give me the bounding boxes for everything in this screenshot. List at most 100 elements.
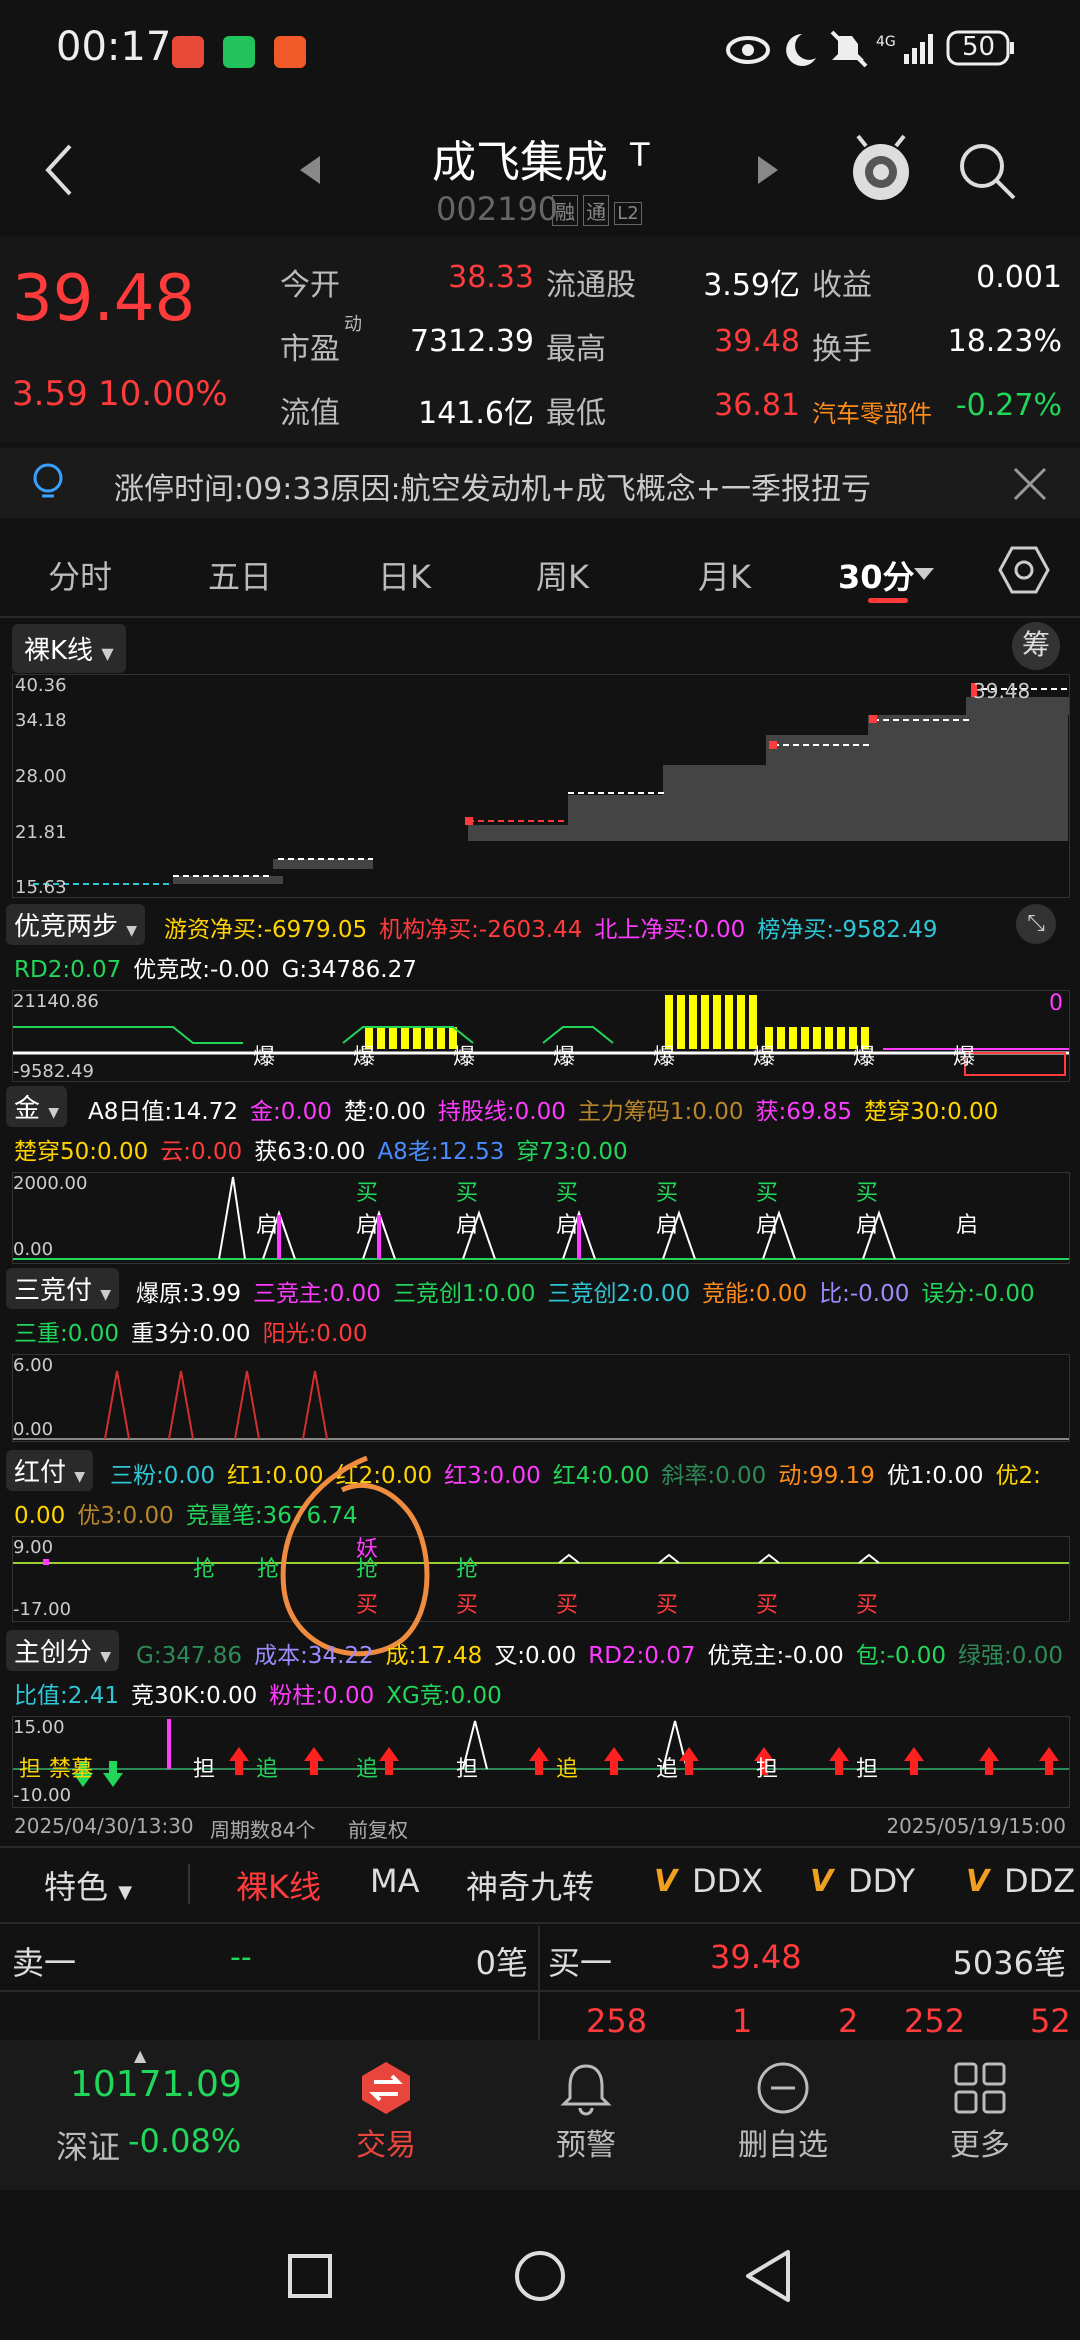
system-nav-bar (0, 2190, 1080, 2340)
ind3-value: 比:-0.00 (819, 1281, 910, 1307)
indicator1-chart[interactable]: 21140.86 -9582.49 0 爆 爆 爆 爆 爆 爆 爆 爆 (12, 990, 1070, 1082)
field-value: 36.81 (714, 388, 800, 423)
chevron-down-icon: ▼ (101, 644, 114, 663)
close-icon[interactable] (1012, 466, 1048, 502)
ind4-value: 优3:0.00 (77, 1503, 174, 1529)
ind5-value: 成本:34.22 (254, 1643, 374, 1669)
stock-code: 002190 (436, 190, 559, 228)
sector-link[interactable]: 汽车零部件 (812, 394, 932, 429)
indicator4-chart[interactable]: 9.00 -17.00 抢 抢 抢 抢 妖 买 买 买 买 买 买 (12, 1536, 1070, 1622)
ind5-value: RD2:0.07 (588, 1643, 696, 1669)
ind2-start: 启 (856, 1213, 879, 1238)
kline-chart[interactable]: 40.36 34.18 28.00 21.81 15.63 39.48 (12, 674, 1070, 898)
ind4-buy: 买 (656, 1593, 679, 1618)
feature-v-badge: V (966, 1864, 990, 1899)
ind5-tick: 15.00 (13, 1717, 65, 1738)
queue-item: 252 (904, 2002, 966, 2040)
feature-ddx[interactable]: DDX (692, 1862, 763, 1900)
tab-5day[interactable]: 五日 (208, 552, 272, 598)
tab-30min[interactable]: 30分 (838, 552, 915, 598)
indicator4-selector[interactable]: 红付 ▼ (6, 1450, 94, 1491)
field-value: 0.001 (976, 260, 1062, 295)
tab-daily[interactable]: 日K (378, 552, 431, 598)
feature-td9[interactable]: 神奇九转 (466, 1862, 594, 1908)
nav-trade[interactable]: 交易 (336, 2060, 436, 2180)
ind4-value: 三粉:0.00 (110, 1463, 215, 1489)
indicator5-selector[interactable]: 主创分 ▼ (6, 1630, 120, 1671)
ind4-value: 0.00 (14, 1503, 66, 1529)
index-value[interactable]: 10171.09 (70, 2064, 242, 2105)
indicator1-selector[interactable]: 优竞两步 ▼ (6, 904, 146, 945)
indicator2-selector[interactable]: 金 ▼ (6, 1086, 68, 1127)
chevron-down-icon: ▼ (100, 1287, 112, 1303)
nav-alert[interactable]: 预警 (536, 2060, 636, 2180)
ind4-grab: 抢 (193, 1557, 216, 1582)
field-value: 141.6亿 (418, 396, 534, 431)
ind4-value: 优1:0.00 (886, 1463, 984, 1489)
nav-remove-watch[interactable]: 删自选 (718, 2060, 848, 2180)
adjust-mode: 前复权 (348, 1818, 408, 1842)
feature-selector[interactable]: 特色 ▼ (44, 1862, 132, 1908)
kline-tick: 21.81 (15, 822, 67, 843)
back-button[interactable] (40, 140, 80, 200)
ind2-tick: 0.00 (13, 1239, 54, 1260)
ind2-start: 启 (656, 1213, 679, 1238)
range-end: 2025/05/19/15:00 (886, 1814, 1066, 1838)
search-button[interactable] (956, 140, 1020, 208)
feature-ma[interactable]: MA (370, 1862, 420, 1900)
ind2-value: 楚穿30:0.00 (864, 1099, 999, 1125)
robot-assistant-button[interactable] (846, 132, 916, 212)
ind2-buy: 买 (856, 1181, 879, 1206)
feature-kline[interactable]: 裸K线 (236, 1862, 321, 1908)
app-icon-orange (274, 36, 307, 68)
ind3-value: 重3分:0.00 (130, 1321, 251, 1347)
kline-type-label: 裸K线 (24, 636, 94, 666)
ind5-line1: G:347.86 成本:34.22 成:17.48 叉:0.00 RD2:0.07 优竞主… (136, 1636, 1075, 1670)
badge-rong: 融 (552, 195, 578, 226)
ind5-value: 包:-0.00 (855, 1643, 947, 1669)
field-label: 今开 (280, 268, 340, 303)
kline-type-selector[interactable]: 裸K线 ▼ (12, 624, 126, 673)
tab-monthly[interactable]: 月K (698, 552, 751, 598)
ind4-value: 斜率:0.00 (661, 1463, 767, 1489)
ind2-buy: 买 (756, 1181, 779, 1206)
back-icon (45, 144, 72, 196)
settings-hexagon-icon[interactable] (998, 544, 1050, 596)
index-expand-caret[interactable]: ▲ (134, 2046, 146, 2065)
home-icon[interactable] (512, 2248, 568, 2304)
ind3-line2: 三重:0.00 重3分:0.00 阳光:0.00 (14, 1314, 380, 1348)
ind4-buy: 买 (456, 1593, 479, 1618)
tab-intraday[interactable]: 分时 (48, 552, 112, 598)
indicator3-chart[interactable]: 6.00 0.00 (12, 1354, 1070, 1442)
ind2-buy: 买 (656, 1181, 679, 1206)
prev-stock-button[interactable] (298, 154, 322, 190)
ind2-buy: 买 (356, 1181, 379, 1206)
ind1-value: 游资净买:-6979.05 (164, 917, 368, 943)
indicator5-chart[interactable]: 15.00 -10.00 担 禁墓 担 追 追 担 追 追 担 担 (12, 1716, 1070, 1808)
indicator2-label: 金 (14, 1094, 41, 1124)
ind5-line2: 比值:2.41 竞30K:0.00 粉柱:0.00 XG竞:0.00 (14, 1676, 514, 1710)
field-value: 3.59亿 (703, 268, 800, 303)
tab-weekly[interactable]: 周K (536, 552, 589, 598)
ind5-value: XG竞:0.00 (386, 1683, 502, 1709)
queue-item: 52 (1030, 2002, 1071, 2040)
kline-tick: 34.18 (15, 710, 67, 731)
robot-icon (853, 134, 909, 200)
indicator2-chart[interactable]: 2000.00 0.00 买 买 买 买 买 买 启 启 启 启 启 启 启 启 (12, 1172, 1070, 1264)
svg-text:4G: 4G (876, 34, 896, 50)
feature-ddy[interactable]: DDY (848, 1862, 915, 1900)
indicator3-selector[interactable]: 三竞付 ▼ (6, 1268, 120, 1309)
expand-button[interactable]: ⤡ (1016, 904, 1056, 944)
chip-button[interactable]: 筹 (1012, 622, 1060, 670)
feature-ddz[interactable]: DDZ (1004, 1862, 1075, 1900)
battery-level: 50 (962, 32, 996, 62)
back-nav-icon[interactable] (744, 2248, 792, 2304)
ind2-start: 启 (956, 1213, 979, 1238)
recents-icon[interactable] (286, 2252, 334, 2300)
limit-up-notice[interactable]: 涨停时间:09:33原因:航空发动机+成飞概念+一季报扭亏 (0, 448, 1080, 518)
nav-more[interactable]: 更多 (930, 2060, 1030, 2180)
ind4-buy: 买 (856, 1593, 879, 1618)
price-change-pct: 10.00% (98, 374, 228, 414)
next-stock-button[interactable] (756, 154, 780, 190)
grid-icon (954, 2062, 1006, 2114)
